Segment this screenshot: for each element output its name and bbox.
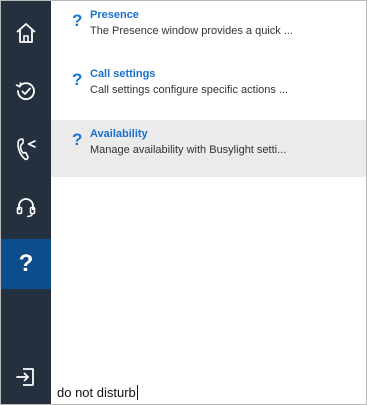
search-results-panel: ? Presence The Presence window provides … xyxy=(51,1,366,404)
result-title[interactable]: Availability xyxy=(90,128,148,140)
result-item-availability[interactable]: ? Availability Manage availability with … xyxy=(51,120,366,177)
search-input-text: do not disturb xyxy=(57,384,136,400)
home-button[interactable] xyxy=(1,9,51,57)
result-title[interactable]: Presence xyxy=(90,9,139,21)
result-description: Manage availability with Busylight setti… xyxy=(90,144,287,156)
help-topic-icon: ? xyxy=(72,70,83,89)
result-item-presence[interactable]: ? Presence The Presence window provides … xyxy=(51,1,366,58)
call-settings-button[interactable] xyxy=(1,125,51,173)
help-topic-icon: ? xyxy=(72,130,83,149)
search-input[interactable]: do not disturb xyxy=(57,384,138,400)
history-icon xyxy=(14,79,38,103)
result-description: The Presence window provides a quick ... xyxy=(90,25,293,37)
sidebar: ? xyxy=(1,1,51,404)
headset-icon xyxy=(14,195,38,219)
result-description: Call settings configure specific actions… xyxy=(90,84,289,96)
result-item-call-settings[interactable]: ? Call settings Call settings configure … xyxy=(51,60,366,117)
help-icon: ? xyxy=(18,250,34,277)
call-settings-icon xyxy=(13,136,39,162)
help-search-window: ? ? Presence The Presence window provide… xyxy=(0,0,367,405)
help-button[interactable]: ? xyxy=(1,239,51,289)
sign-out-button[interactable] xyxy=(1,353,51,401)
result-title[interactable]: Call settings xyxy=(90,68,155,80)
help-topic-icon: ? xyxy=(72,11,83,30)
headset-button[interactable] xyxy=(1,183,51,231)
text-cursor xyxy=(136,384,138,400)
history-button[interactable] xyxy=(1,67,51,115)
home-icon xyxy=(14,21,38,45)
sign-out-icon xyxy=(14,365,38,389)
